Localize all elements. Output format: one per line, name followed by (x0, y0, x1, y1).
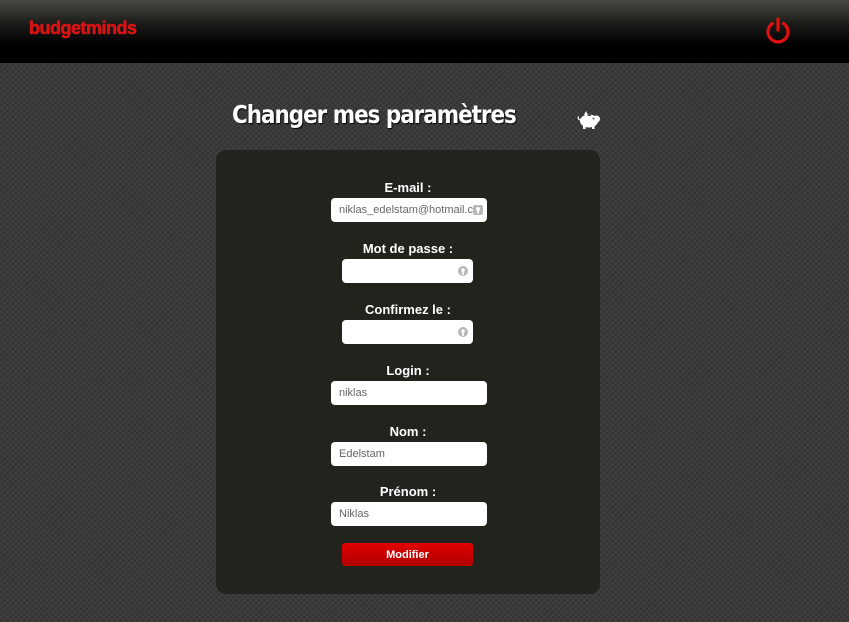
piggy-bank-icon (577, 111, 600, 129)
prenom-field[interactable] (331, 502, 487, 526)
piggy-bank-button[interactable] (575, 106, 603, 132)
modifier-button[interactable]: Modifier (342, 543, 473, 566)
email-label: E-mail : (384, 180, 432, 195)
key-icon (458, 266, 468, 276)
nom-label: Nom : (389, 424, 427, 439)
page-title: Changer mes paramètres (232, 100, 517, 129)
login-label: Login : (386, 363, 430, 378)
autofill-icon (473, 205, 483, 215)
password-field[interactable] (342, 259, 473, 283)
email-field[interactable] (331, 198, 487, 222)
login-field[interactable] (331, 381, 487, 405)
power-icon (766, 17, 790, 44)
prenom-label: Prénom : (379, 484, 437, 499)
settings-panel: E-mail : Mot de passe : Confirmez le : L… (216, 150, 600, 594)
confirm-password-field[interactable] (342, 320, 473, 344)
logout-button[interactable] (763, 15, 793, 45)
nom-field[interactable] (331, 442, 487, 466)
key-icon (458, 327, 468, 337)
password-label: Mot de passe : (362, 241, 454, 256)
top-bar: budgetminds (0, 0, 849, 63)
confirm-label: Confirmez le : (365, 302, 451, 317)
logo[interactable]: budgetminds (29, 18, 137, 39)
